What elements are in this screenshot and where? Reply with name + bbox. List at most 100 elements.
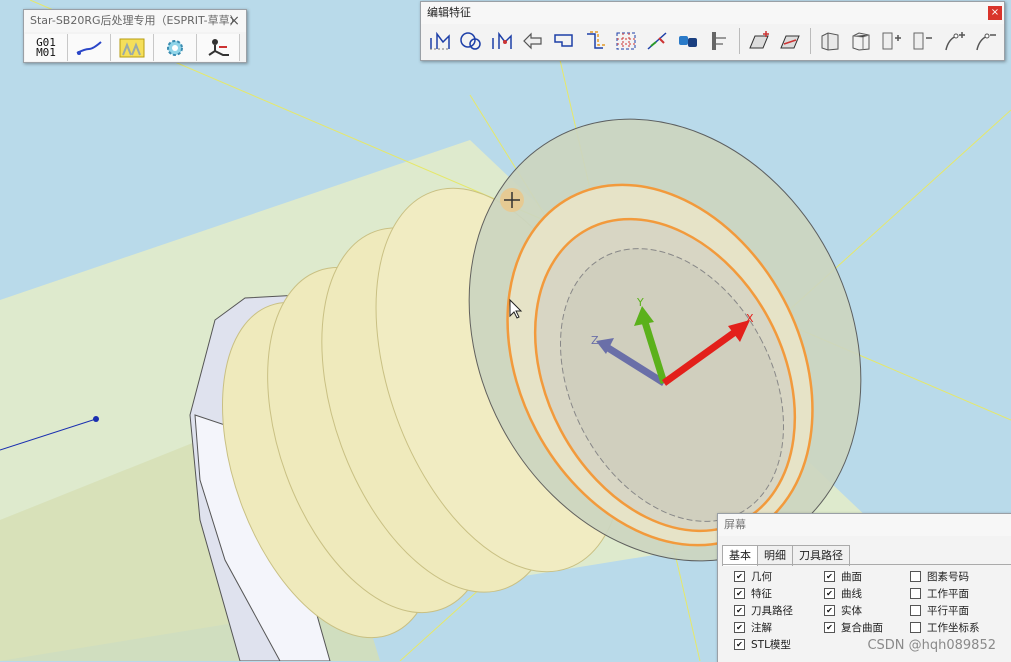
checkbox-label: 工作平面 [927,588,969,600]
edit-feature-tools [427,27,1003,55]
post-processor-title[interactable]: Star-SB20RG后处理专用（ESPRIT-草草） × [24,10,246,32]
solid-face-button[interactable] [817,27,843,55]
solid-face-icon [821,32,839,51]
add-line-icon [945,32,965,51]
machine-operator-icon [208,38,229,56]
checkbox-label: 图素号码 [927,571,969,583]
checkbox-label: 曲线 [841,588,862,600]
edit-arc-button[interactable] [458,27,484,55]
checkbox-feature[interactable]: 特征 [734,585,793,602]
remove-face-button[interactable] [910,27,936,55]
checkbox-curve[interactable]: 曲线 [824,585,883,602]
checkbox-box[interactable] [910,605,921,616]
toolpath-curve-icon [76,40,102,55]
offset-button[interactable] [582,27,608,55]
tab-detail[interactable]: 明细 [757,545,793,566]
checkbox-label: 刀具路径 [751,605,793,617]
g01-m01-code-icon: G01 M01 [36,37,56,59]
split-chain-button[interactable] [644,27,670,55]
tool-line-endpoint[interactable] [93,416,99,422]
checkbox-label: STL模型 [751,639,791,651]
close-icon[interactable]: × [228,10,240,32]
checkbox-box[interactable] [734,605,745,616]
checkbox-box[interactable] [824,605,835,616]
checkbox-label: 几何 [751,571,772,583]
surface-feature-button[interactable] [746,27,772,55]
checkbox-box[interactable] [734,588,745,599]
checkbox-geometry[interactable]: 几何 [734,568,793,585]
pattern-grid-icon [616,32,636,50]
checkbox-label: 复合曲面 [841,622,883,634]
checkbox-work-plane[interactable]: 工作平面 [910,585,980,602]
solid-box-button[interactable] [848,27,874,55]
link-features-button[interactable] [675,27,701,55]
checkbox-box[interactable] [824,622,835,633]
checkbox-box[interactable] [910,571,921,582]
edit-profile-icon [554,34,573,47]
z-axis-label: Z [591,334,599,347]
post-processor-toolbar: Star-SB20RG后处理专用（ESPRIT-草草） × G01 M01 [23,9,247,63]
add-face-icon [882,32,901,50]
surface-feature-icon [749,31,769,49]
checkbox-surface[interactable]: 曲面 [824,568,883,585]
trim-extend-icon [712,32,726,50]
edit-feature-title-text: 编辑特征 [427,6,471,19]
reverse-direction-button[interactable] [520,27,546,55]
remove-line-button[interactable] [972,27,998,55]
edit-profile-button[interactable] [551,27,577,55]
checkbox-box[interactable] [910,622,921,633]
checkbox-toolpath[interactable]: 刀具路径 [734,602,793,619]
checkbox-box[interactable] [734,622,745,633]
offset-icon [587,31,605,49]
toolpath-curve-button[interactable] [68,34,111,61]
checkbox-composite-surface[interactable]: 复合曲面 [824,619,883,636]
remove-line-icon [976,33,996,51]
checkbox-label: 工作坐标系 [927,622,980,634]
checkbox-box[interactable] [734,639,745,650]
edit-feature-title[interactable]: 编辑特征 × [421,2,1004,24]
checkbox-element-number[interactable]: 图素号码 [910,568,980,585]
checkbox-column-3: 图素号码 工作平面 平行平面 工作坐标系 [910,568,980,636]
close-icon[interactable]: × [988,6,1002,20]
checkbox-box[interactable] [824,571,835,582]
checkbox-annotation[interactable]: 注解 [734,619,793,636]
checkbox-box[interactable] [910,588,921,599]
screen-panel-title[interactable]: 屏幕 [718,514,1011,536]
tab-toolpath[interactable]: 刀具路径 [792,545,850,566]
lighting-button[interactable] [111,34,154,61]
trim-extend-button[interactable] [706,27,732,55]
post-processor-tools: G01 M01 [25,34,240,61]
machine-operator-button[interactable] [197,34,240,61]
checkbox-work-coordinate[interactable]: 工作坐标系 [910,619,980,636]
edit-points-icon [430,31,450,50]
lighting-icon [119,38,145,57]
screen-tabs: 基本 明细 刀具路径 [722,545,850,566]
edit-feature-toolbar: 编辑特征 × [420,1,1005,61]
checkbox-box[interactable] [824,588,835,599]
surface-edit-icon [780,35,800,49]
checkbox-label: 特征 [751,588,772,600]
add-face-button[interactable] [879,27,905,55]
split-chain-icon [647,32,667,50]
settings-gear-button[interactable] [154,34,197,61]
checkbox-label: 曲面 [841,571,862,583]
edit-points-button[interactable] [427,27,453,55]
solid-box-icon [852,32,870,51]
checkbox-solid[interactable]: 实体 [824,602,883,619]
x-axis-label: X [746,312,754,325]
g01-m01-code-button[interactable]: G01 M01 [25,34,68,61]
checkbox-parallel-plane[interactable]: 平行平面 [910,602,980,619]
reverse-direction-icon [523,32,542,50]
checkbox-label: 注解 [751,622,772,634]
tab-basic[interactable]: 基本 [722,545,758,566]
edit-arc-icon [460,32,481,50]
pattern-grid-button[interactable] [613,27,639,55]
surface-edit-button[interactable] [777,27,803,55]
m01-label: M01 [36,45,56,59]
link-features-icon [679,36,697,47]
edit-vertex-icon [492,31,512,49]
edit-vertex-button[interactable] [489,27,515,55]
add-line-button[interactable] [941,27,967,55]
checkbox-box[interactable] [734,571,745,582]
checkbox-stl-model[interactable]: STL模型 [734,636,793,653]
